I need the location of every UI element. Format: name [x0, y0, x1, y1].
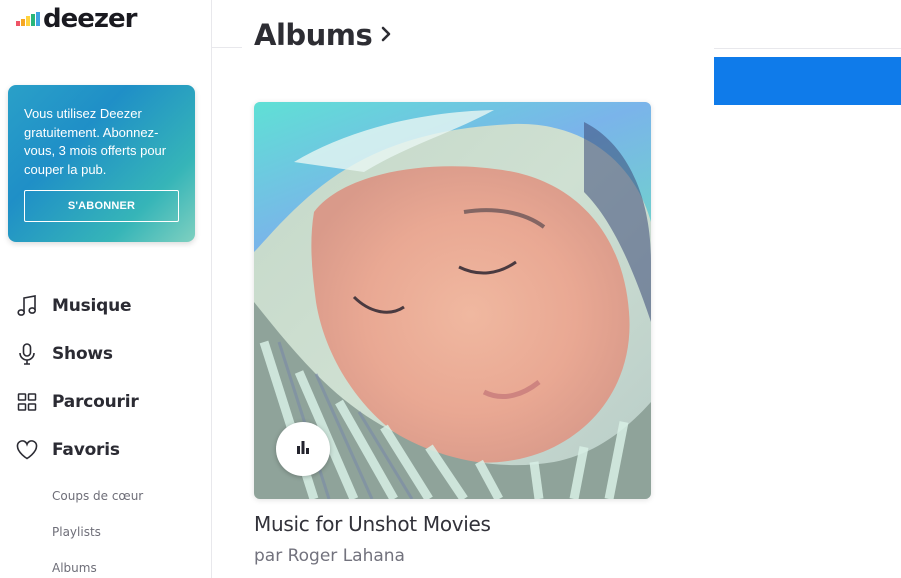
nav-label: Musique	[52, 296, 132, 316]
deezer-logo[interactable]: deezer	[16, 4, 137, 34]
page-title-text: Albums	[254, 18, 373, 52]
favorites-subnav: Coups de cœur Playlists Albums	[52, 478, 143, 578]
microphone-icon	[16, 343, 38, 365]
nav-item-favoris[interactable]: Favoris	[16, 426, 206, 474]
nav-item-musique[interactable]: Musique	[16, 282, 206, 330]
deezer-equalizer-icon	[16, 12, 40, 26]
music-note-icon	[16, 295, 38, 317]
play-button[interactable]	[276, 422, 330, 476]
sidebar: deezer Vous utilisez Deezer gratuitement…	[0, 0, 212, 578]
header-divider	[212, 47, 242, 48]
main-nav: Musique Shows Parcourir Favoris	[16, 282, 206, 474]
subnav-item-coups-de-coeur[interactable]: Coups de cœur	[52, 478, 143, 514]
header-divider-right	[714, 48, 901, 49]
album-title[interactable]: Music for Unshot Movies	[254, 512, 491, 536]
subscribe-button[interactable]: S'ABONNER	[24, 190, 179, 222]
promo-banner[interactable]	[714, 57, 901, 105]
album-artist-line: par Roger Lahana	[254, 546, 405, 566]
subnav-item-albums[interactable]: Albums	[52, 550, 143, 578]
artist-prefix: par	[254, 546, 283, 566]
chevron-right-icon	[380, 25, 392, 48]
page-title[interactable]: Albums	[254, 18, 392, 52]
nav-label: Favoris	[52, 440, 120, 460]
artist-link[interactable]: Roger Lahana	[288, 546, 405, 566]
subscription-promo: Vous utilisez Deezer gratuitement. Abonn…	[8, 85, 195, 242]
nav-item-shows[interactable]: Shows	[16, 330, 206, 378]
equalizer-bars-icon	[296, 440, 310, 459]
logo-wordmark: deezer	[43, 4, 137, 34]
nav-label: Parcourir	[52, 392, 139, 412]
grid-icon	[16, 391, 38, 413]
subnav-item-playlists[interactable]: Playlists	[52, 514, 143, 550]
heart-icon	[16, 439, 38, 461]
nav-item-parcourir[interactable]: Parcourir	[16, 378, 206, 426]
promo-text: Vous utilisez Deezer gratuitement. Abonn…	[24, 106, 167, 177]
nav-label: Shows	[52, 344, 113, 364]
